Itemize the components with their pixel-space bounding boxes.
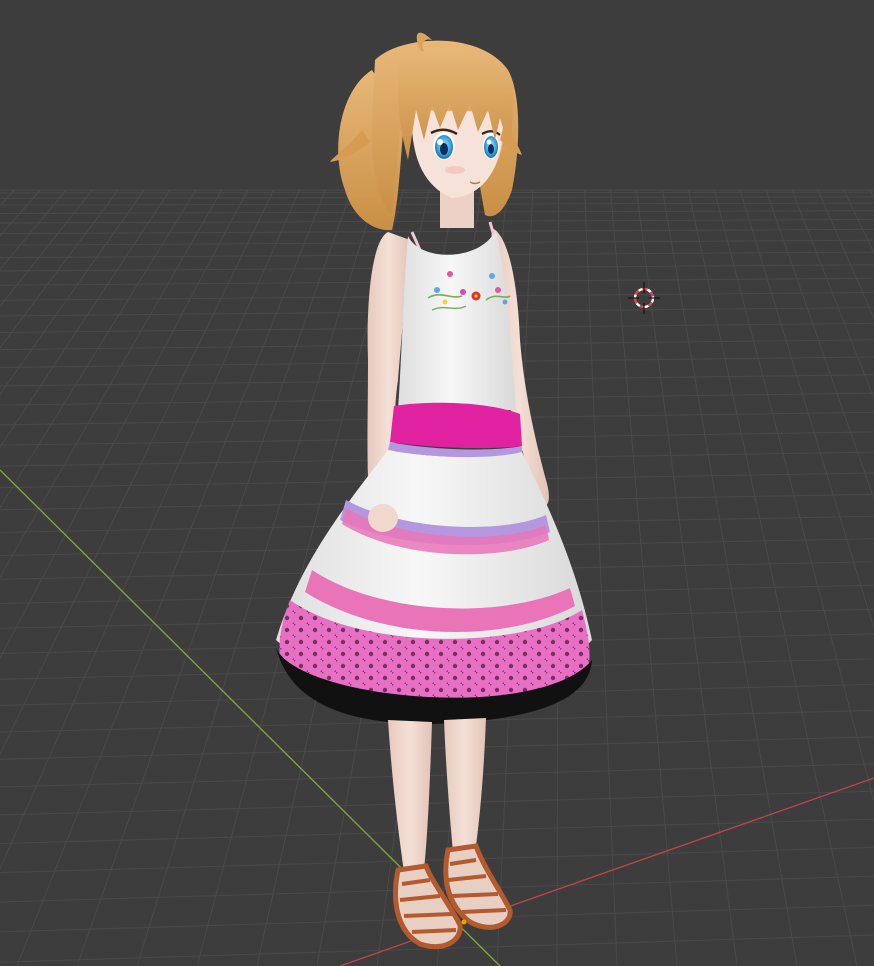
- grid-line: [584, 189, 618, 966]
- grid-line: [0, 228, 874, 235]
- grid-line: [0, 763, 874, 788]
- grid-line: [0, 189, 223, 578]
- grid-line: [0, 189, 15, 207]
- grid-line: [869, 189, 874, 200]
- grid-line: [687, 189, 858, 966]
- left-leg: [388, 720, 432, 872]
- dress-bodice: [398, 230, 516, 410]
- right-leg: [444, 718, 486, 864]
- 3d-viewport[interactable]: [0, 0, 874, 966]
- grid-line: [0, 846, 874, 874]
- left-hand: [368, 504, 398, 532]
- grid-line: [0, 790, 874, 816]
- dress-sash: [390, 402, 522, 449]
- grid-line: [0, 818, 874, 845]
- blush: [445, 166, 465, 174]
- grid-line: [817, 189, 874, 320]
- grid-line: [0, 736, 874, 760]
- grid-line: [0, 239, 874, 246]
- grid-line: [0, 191, 874, 194]
- grid-line: [0, 219, 874, 224]
- grid-line: [0, 189, 197, 509]
- grid-line: [0, 202, 874, 206]
- grid-line: [0, 189, 41, 237]
- grid-line: [0, 210, 874, 214]
- grid-line: [635, 189, 738, 966]
- origin-point: [461, 919, 467, 925]
- grid-line: [661, 189, 798, 966]
